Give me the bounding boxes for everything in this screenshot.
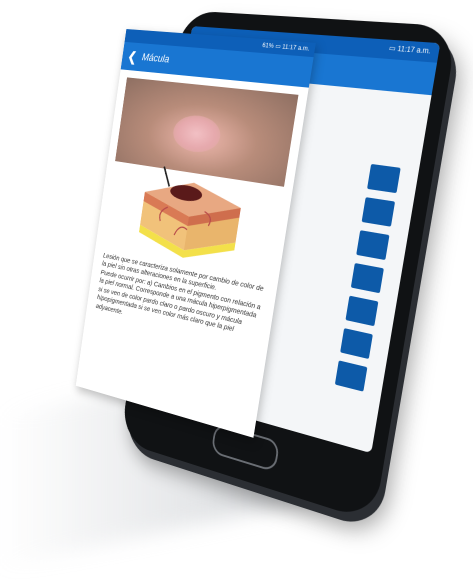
side-menu-button[interactable] — [334, 360, 368, 392]
phone-body: ▭ 11:17 a.m. 61% ▭ 11:17 a.m. ❮ Mácula L… — [75, 10, 459, 523]
arrow-left-icon[interactable]: ❮ — [122, 48, 144, 65]
description-text: Lesión que se caracteriza solamente por … — [95, 250, 265, 334]
side-menu-button[interactable] — [367, 163, 401, 194]
skin-diagram — [129, 156, 255, 269]
side-menu-button[interactable] — [361, 197, 396, 227]
side-menu-button[interactable] — [340, 328, 373, 360]
side-menu-button[interactable] — [345, 295, 379, 327]
side-menu-button[interactable] — [350, 262, 384, 294]
page-title: Mácula — [141, 51, 171, 66]
skin-diagram-icon — [136, 156, 244, 268]
side-menu-button[interactable] — [356, 230, 390, 261]
macula-spot — [170, 112, 223, 156]
